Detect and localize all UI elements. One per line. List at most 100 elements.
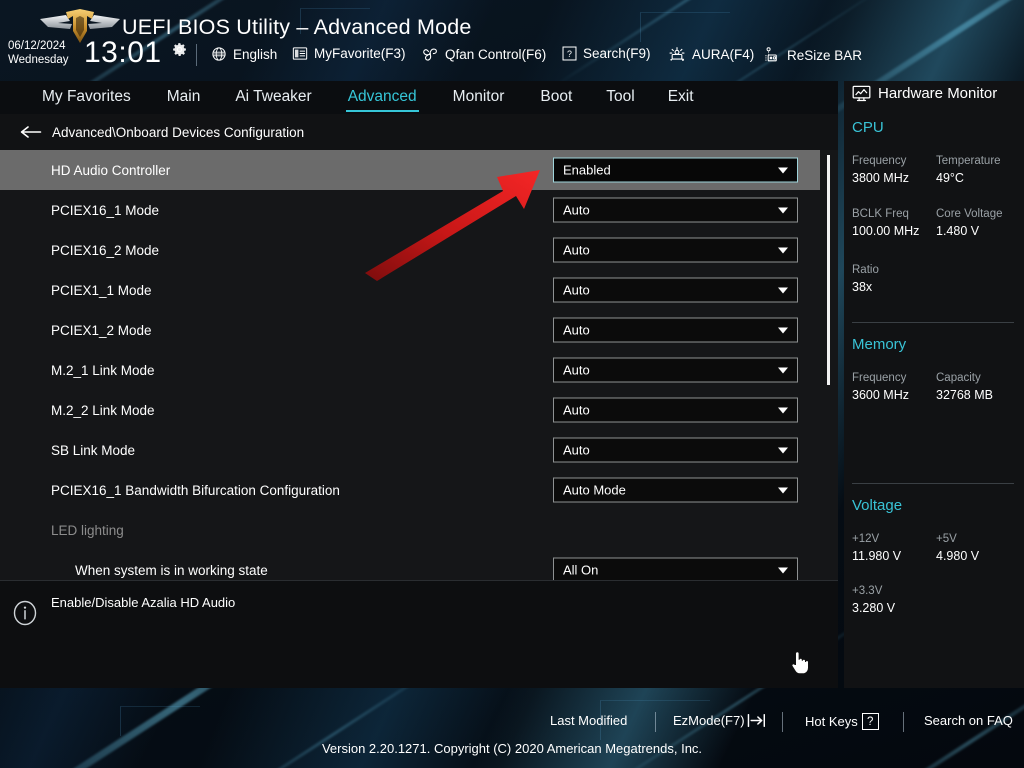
setting-dropdown-working-state-led[interactable]: All On xyxy=(553,557,798,580)
hwm-divider-1 xyxy=(852,322,1014,323)
toolbar-item-search[interactable]: ? Search(F9) xyxy=(562,46,651,61)
aura-light-icon xyxy=(669,47,685,61)
hwm-key-12v: +12V xyxy=(852,533,880,545)
tab-exit[interactable]: Exit xyxy=(668,85,694,110)
dropdown-value: Auto xyxy=(563,442,590,458)
tab-monitor[interactable]: Monitor xyxy=(453,85,505,110)
tab-advanced[interactable]: Advanced xyxy=(345,85,419,112)
setting-label: PCIEX16_1 Bandwidth Bifurcation Configur… xyxy=(51,482,340,498)
hwm-section-cpu-title: CPU xyxy=(852,119,884,136)
setting-section-led-lighting: LED lighting xyxy=(0,510,820,550)
toolbar-label-language: English xyxy=(233,46,278,62)
toolbar-item-aura[interactable]: AURA(F4) xyxy=(668,46,754,63)
footer-separator-3 xyxy=(903,712,904,732)
chevron-down-icon xyxy=(778,447,788,453)
hwm-key-cpu-temperature: Temperature xyxy=(936,155,1001,167)
setting-dropdown-pciex16-2-mode[interactable]: Auto xyxy=(553,237,798,263)
footer-item-last-modified[interactable]: Last Modified xyxy=(550,713,627,728)
question-box-icon: ? xyxy=(562,46,577,61)
setting-row-working-state-led[interactable]: When system is in working state All On xyxy=(0,550,820,580)
footer-separator-2 xyxy=(782,712,783,732)
setting-dropdown-pciex16-1-bifurcation[interactable]: Auto Mode xyxy=(553,477,798,503)
setting-row-pciex1-2-mode[interactable]: PCIEX1_2 Mode Auto xyxy=(0,310,820,350)
footer-label-last-modified: Last Modified xyxy=(550,713,628,728)
tab-tool[interactable]: Tool xyxy=(606,85,634,110)
setting-label: When system is in working state xyxy=(75,562,268,578)
tab-main[interactable]: Main xyxy=(167,85,201,110)
main-nav-tabs: My Favorites Main Ai Tweaker Advanced Mo… xyxy=(0,81,838,114)
hwm-value-5v: 4.980 V xyxy=(936,549,980,563)
setting-row-m2-2-link-mode[interactable]: M.2_2 Link Mode Auto xyxy=(0,390,820,430)
setting-dropdown-pciex1-2-mode[interactable]: Auto xyxy=(553,317,798,343)
footer-item-hot-keys[interactable]: Hot Keys ? xyxy=(805,713,879,730)
hwm-key-cpu-frequency: Frequency xyxy=(852,155,907,167)
setting-label: M.2_2 Link Mode xyxy=(51,402,155,418)
setting-label: HD Audio Controller xyxy=(51,162,171,178)
fan-icon xyxy=(423,48,437,61)
chevron-down-icon xyxy=(778,207,788,213)
section-label: LED lighting xyxy=(51,522,124,538)
footer-item-ezmode[interactable]: EzMode(F7) xyxy=(673,713,767,728)
dropdown-value: Auto xyxy=(563,202,590,218)
globe-icon xyxy=(212,47,226,61)
hand-pointer-cursor xyxy=(791,651,809,675)
dropdown-value: Auto xyxy=(563,242,590,258)
toolbar-item-qfan[interactable]: Qfan Control(F6) xyxy=(421,46,546,62)
toolbar-label-qfan: Qfan Control(F6) xyxy=(445,46,547,62)
hardware-monitor-panel: Hardware Monitor CPU Frequency 3800 MHz … xyxy=(844,81,1024,688)
header: UEFI BIOS Utility – Advanced Mode 06/12/… xyxy=(0,0,1024,81)
bios-version-text: Version 2.20.1271. Copyright (C) 2020 Am… xyxy=(321,741,703,756)
hardware-monitor-header: Hardware Monitor xyxy=(852,85,997,102)
setting-label: M.2_1 Link Mode xyxy=(51,362,155,378)
hardware-monitor-title: Hardware Monitor xyxy=(878,85,998,102)
toolbar-item-language[interactable]: English xyxy=(211,46,277,62)
date-value: 06/12/2024 xyxy=(8,40,66,52)
tab-ai-tweaker[interactable]: Ai Tweaker xyxy=(235,85,311,110)
hwm-value-memory-capacity: 32768 MB xyxy=(936,388,993,402)
weekday-value: Wednesday xyxy=(8,53,69,66)
info-icon xyxy=(13,600,37,626)
setting-label: SB Link Mode xyxy=(51,442,136,458)
chevron-down-icon xyxy=(778,407,788,413)
setting-label: PCIEX1_1 Mode xyxy=(51,282,152,298)
chevron-down-icon xyxy=(778,567,788,573)
setting-label: PCIEX1_2 Mode xyxy=(51,322,152,338)
back-arrow-icon[interactable] xyxy=(20,125,42,139)
setting-dropdown-sb-link-mode[interactable]: Auto xyxy=(553,437,798,463)
dropdown-value: Auto Mode xyxy=(563,482,626,498)
svg-text:?: ? xyxy=(567,49,572,59)
setting-dropdown-m2-2-link-mode[interactable]: Auto xyxy=(553,397,798,423)
breadcrumb-path: Advanced\Onboard Devices Configuration xyxy=(52,124,305,140)
toolbar-label-myfavorite: MyFavorite(F3) xyxy=(314,46,406,61)
setting-row-m2-1-link-mode[interactable]: M.2_1 Link Mode Auto xyxy=(0,350,820,390)
settings-scrollbar-thumb[interactable] xyxy=(827,155,830,385)
question-box-icon: ? xyxy=(861,713,879,730)
dropdown-value: Enabled xyxy=(563,162,611,178)
hwm-key-bclk-freq: BCLK Freq xyxy=(852,208,909,220)
hwm-key-memory-capacity: Capacity xyxy=(936,372,981,384)
setting-dropdown-hd-audio-controller[interactable]: Enabled xyxy=(553,157,798,183)
hwm-value-cpu-temperature: 49°C xyxy=(936,171,964,185)
hwm-value-12v: 11.980 V xyxy=(852,549,902,563)
chevron-down-icon xyxy=(778,167,788,173)
setting-dropdown-m2-1-link-mode[interactable]: Auto xyxy=(553,357,798,383)
setting-row-hd-audio-controller[interactable]: HD Audio Controller Enabled xyxy=(0,150,820,190)
setting-row-pciex16-1-mode[interactable]: PCIEX16_1 Mode Auto xyxy=(0,190,820,230)
toolbar-item-myfavorite[interactable]: MyFavorite(F3) xyxy=(292,46,406,61)
chevron-down-icon xyxy=(778,327,788,333)
setting-row-pciex1-1-mode[interactable]: PCIEX1_1 Mode Auto xyxy=(0,270,820,310)
setting-dropdown-pciex16-1-mode[interactable]: Auto xyxy=(553,197,798,223)
toolbar-label-resize-bar: ReSize BAR xyxy=(787,47,863,63)
gear-icon[interactable] xyxy=(171,41,188,58)
tab-my-favorites[interactable]: My Favorites xyxy=(42,85,131,110)
footer-item-search-faq[interactable]: Search on FAQ xyxy=(924,713,1013,728)
tab-boot[interactable]: Boot xyxy=(540,85,572,110)
hwm-value-cpu-frequency: 3800 MHz xyxy=(852,171,909,185)
hwm-divider-2 xyxy=(852,483,1014,484)
toolbar-item-resize-bar[interactable]: ReSize BAR xyxy=(762,46,862,64)
setting-dropdown-pciex1-1-mode[interactable]: Auto xyxy=(553,277,798,303)
setting-row-pciex16-2-mode[interactable]: PCIEX16_2 Mode Auto xyxy=(0,230,820,270)
dropdown-value: Auto xyxy=(563,282,590,298)
setting-row-pciex16-1-bifurcation[interactable]: PCIEX16_1 Bandwidth Bifurcation Configur… xyxy=(0,470,820,510)
setting-row-sb-link-mode[interactable]: SB Link Mode Auto xyxy=(0,430,820,470)
